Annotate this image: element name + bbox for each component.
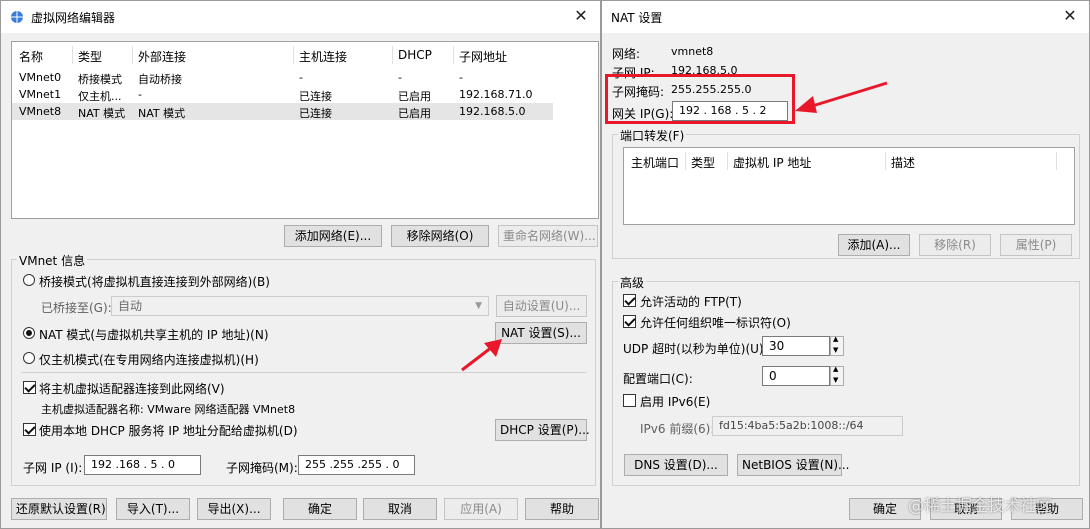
- export-button[interactable]: 导出(X)...: [197, 498, 271, 520]
- window-title: NAT 设置: [611, 11, 663, 25]
- bridged-to-label: 已桥接至(G):: [41, 301, 112, 315]
- red-arrow-icon: [461, 339, 502, 372]
- remove-network-button[interactable]: 移除网络(O): [391, 225, 489, 247]
- netbios-settings-button[interactable]: NetBIOS 设置(N)...: [737, 454, 850, 476]
- auto-settings-button[interactable]: 自动设置(U)...: [496, 295, 587, 317]
- vmnet-info-title: VMnet 信息: [17, 252, 88, 269]
- close-icon[interactable]: ✕: [1061, 7, 1079, 25]
- chevron-down-icon: ▼: [475, 301, 482, 311]
- udp-timeout-spinner[interactable]: [830, 335, 844, 356]
- remove-port-button[interactable]: 移除(R): [919, 234, 991, 256]
- dhcp-settings-button[interactable]: DHCP 设置(P)...: [495, 419, 590, 441]
- bridged-mode-radio[interactable]: [23, 274, 35, 286]
- column-header-description[interactable]: 描述: [891, 154, 915, 171]
- host-only-mode-label[interactable]: 仅主机模式(在专用网络内连接虚拟机)(H): [39, 351, 259, 368]
- column-header-subnet[interactable]: 子网地址: [459, 48, 507, 65]
- udp-timeout-input[interactable]: 30: [762, 336, 830, 356]
- ok-button[interactable]: 确定: [283, 498, 357, 520]
- title-bar: 虚拟网络编辑器: [1, 1, 600, 33]
- allow-unique-id-checkbox[interactable]: [623, 315, 636, 328]
- virtual-network-editor-window: 虚拟网络编辑器 ✕ 名称 类型 外部连接 主机连接 DHCP 子网地址 VMne…: [0, 0, 601, 529]
- network-globe-icon: [11, 11, 23, 23]
- rename-network-button[interactable]: 重命名网络(W)...: [498, 225, 598, 247]
- port-forwarding-title: 端口转发(F): [618, 127, 687, 144]
- config-port-label: 配置端口(C):: [623, 372, 693, 386]
- allow-unique-id-label[interactable]: 允许任何组织唯一标识符(O): [640, 314, 791, 331]
- enable-ipv6-checkbox[interactable]: [623, 394, 636, 407]
- subnet-mask-input[interactable]: 255 .255 .255 . 0: [298, 455, 415, 475]
- column-header-vm-ip[interactable]: 虚拟机 IP 地址: [733, 154, 811, 171]
- subnet-mask-label: 子网掩码(M):: [226, 461, 298, 475]
- apply-button[interactable]: 应用(A): [444, 498, 518, 520]
- cancel-button[interactable]: 取消: [363, 498, 437, 520]
- bridged-mode-label[interactable]: 桥接模式(将虚拟机直接连接到外部网络)(B): [39, 273, 270, 290]
- table-row[interactable]: VMnet1 仅主机... - 已连接 已启用 192.168.71.0: [12, 86, 598, 103]
- allow-ftp-checkbox[interactable]: [623, 294, 636, 307]
- red-arrow-icon: [795, 81, 888, 113]
- config-port-spinner[interactable]: [830, 365, 844, 386]
- nat-settings-button[interactable]: NAT 设置(S)...: [495, 322, 587, 344]
- use-dhcp-label[interactable]: 使用本地 DHCP 服务将 IP 地址分配给虚拟机(D): [39, 422, 298, 439]
- table-row-selected[interactable]: VMnet8 NAT 模式 NAT 模式 已连接 已启用 192.168.5.0: [12, 103, 553, 120]
- nat-mode-label[interactable]: NAT 模式(与虚拟机共享主机的 IP 地址)(N): [39, 326, 269, 343]
- title-bar: NAT 设置: [602, 1, 1089, 33]
- dns-settings-button[interactable]: DNS 设置(D)...: [624, 454, 728, 476]
- add-port-button[interactable]: 添加(A)...: [838, 234, 910, 256]
- port-properties-button[interactable]: 属性(P): [1000, 234, 1072, 256]
- advanced-title: 高级: [618, 274, 647, 291]
- highlight-box: [605, 74, 795, 124]
- subnet-ip-input[interactable]: 192 .168 . 5 . 0: [84, 455, 201, 475]
- column-header-name[interactable]: 名称: [19, 48, 43, 65]
- allow-ftp-label[interactable]: 允许活动的 FTP(T): [640, 293, 742, 310]
- ipv6-prefix-input[interactable]: fd15:4ba5:5a2b:1008::/64: [712, 416, 903, 436]
- column-header-external[interactable]: 外部连接: [138, 48, 186, 65]
- udp-timeout-label: UDP 超时(以秒为单位)(U):: [623, 342, 768, 356]
- restore-defaults-button[interactable]: 还原默认设置(R): [11, 498, 107, 520]
- use-dhcp-checkbox[interactable]: [23, 423, 36, 436]
- network-list[interactable]: 名称 类型 外部连接 主机连接 DHCP 子网地址 VMnet0 桥接模式 自动…: [11, 41, 599, 219]
- column-header-host[interactable]: 主机连接: [299, 48, 347, 65]
- enable-ipv6-label[interactable]: 启用 IPv6(E): [640, 393, 710, 410]
- column-header-type[interactable]: 类型: [78, 48, 102, 65]
- host-only-mode-radio[interactable]: [23, 352, 35, 364]
- network-value: vmnet8: [671, 45, 714, 58]
- window-title: 虚拟网络编辑器: [31, 11, 116, 25]
- connect-adapter-label[interactable]: 将主机虚拟适配器连接到此网络(V): [39, 380, 225, 397]
- column-header-type[interactable]: 类型: [691, 154, 715, 171]
- connect-adapter-checkbox[interactable]: [23, 381, 36, 394]
- column-header-dhcp[interactable]: DHCP: [398, 48, 432, 62]
- column-header-host-port[interactable]: 主机端口: [631, 154, 679, 171]
- import-button[interactable]: 导入(T)...: [116, 498, 190, 520]
- help-button[interactable]: 帮助: [525, 498, 599, 520]
- config-port-input[interactable]: 0: [762, 366, 830, 386]
- table-row[interactable]: VMnet0 桥接模式 自动桥接 - - -: [12, 69, 598, 86]
- adapter-name-text: 主机虚拟适配器名称: VMware 网络适配器 VMnet8: [41, 403, 296, 416]
- ipv6-prefix-label: IPv6 前缀(6):: [640, 422, 715, 436]
- close-icon[interactable]: ✕: [572, 7, 590, 25]
- nat-mode-radio[interactable]: [23, 327, 35, 339]
- subnet-ip-label: 子网 IP (I):: [23, 461, 83, 475]
- network-label: 网络:: [612, 47, 641, 61]
- watermark-text: @稀土掘金技术社区: [908, 496, 1053, 515]
- port-forwarding-list[interactable]: 主机端口 类型 虚拟机 IP 地址 描述: [623, 147, 1075, 225]
- bridged-to-select[interactable]: 自动 ▼: [111, 296, 489, 316]
- add-network-button[interactable]: 添加网络(E)...: [284, 225, 382, 247]
